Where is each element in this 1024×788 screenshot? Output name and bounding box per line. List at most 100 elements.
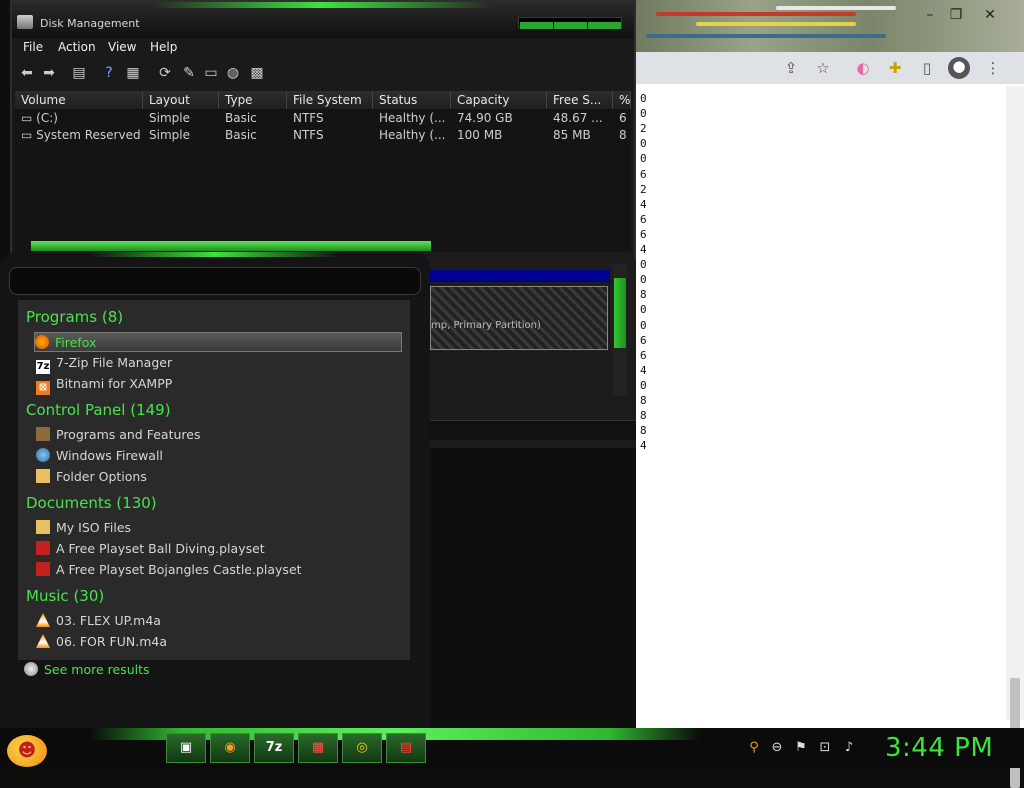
result-flex-up[interactable]: 03. FLEX UP.m4a xyxy=(36,611,161,631)
listing-digit: 0 xyxy=(640,137,647,151)
listing-digit: 2 xyxy=(640,182,647,196)
search-disk-icon[interactable]: ◍ xyxy=(224,64,242,82)
star-icon[interactable]: ☆ xyxy=(814,59,832,77)
scrollbar-thumb[interactable] xyxy=(31,241,431,251)
playset-icon xyxy=(36,562,50,576)
vlc-icon xyxy=(36,634,50,648)
menu-help[interactable]: Help xyxy=(150,40,177,54)
column-header[interactable]: Type xyxy=(219,91,287,109)
status-cell: Healthy (... xyxy=(379,111,446,125)
category-music[interactable]: Music (30) xyxy=(26,587,104,605)
back-arrow-icon[interactable]: ⬅ xyxy=(18,64,36,82)
forward-arrow-icon[interactable]: ➡ xyxy=(40,64,58,82)
result-bitnami[interactable]: ⊠ Bitnami for XAMPP xyxy=(36,374,172,395)
help-icon[interactable]: ? xyxy=(100,64,118,82)
result-playset-bojangles[interactable]: A Free Playset Bojangles Castle.playset xyxy=(36,560,302,580)
listing-digit: 0 xyxy=(640,318,647,332)
restore-button[interactable]: ❐ xyxy=(944,6,968,24)
search-input[interactable] xyxy=(9,267,421,295)
console-tree-icon[interactable]: ▤ xyxy=(70,64,88,82)
close-button[interactable]: ✕ xyxy=(978,6,1002,24)
properties-icon[interactable]: ▦ xyxy=(124,64,142,82)
result-firefox[interactable]: Firefox xyxy=(34,332,402,352)
network-icon[interactable]: ⊡ xyxy=(817,740,833,756)
menu-file[interactable]: File xyxy=(23,40,43,54)
type-cell: Basic xyxy=(225,111,257,125)
listing-row: 2022 22:15 99614720 xyxy=(636,543,652,556)
volume-icon[interactable]: ♪ xyxy=(841,740,857,756)
taskbar-disk-management[interactable]: ▣ xyxy=(166,733,206,763)
browser-page-content: 0020062466400800664088842021 11:05 60607… xyxy=(636,86,1002,720)
refresh-icon[interactable]: ⟳ xyxy=(156,64,174,82)
vlc-icon xyxy=(36,613,50,627)
listing-digit: 8 xyxy=(640,424,647,438)
sidebar-icon[interactable]: ▯ xyxy=(918,59,936,77)
flag-icon[interactable]: ⚑ xyxy=(793,740,809,756)
settings-icon[interactable]: ▩ xyxy=(248,64,266,82)
graffiti-stroke xyxy=(776,6,896,10)
column-header[interactable]: Layout xyxy=(143,91,219,109)
status-bar xyxy=(430,420,636,440)
horizontal-scrollbar[interactable] xyxy=(15,240,631,252)
graffiti-stroke xyxy=(696,22,856,26)
listing-row: 2021 20:54 501745664 xyxy=(636,679,652,692)
minimize-button[interactable]: – xyxy=(918,6,942,24)
listing-digit: 0 xyxy=(640,273,647,287)
start-orb-icon[interactable]: ☻ xyxy=(7,735,47,767)
category-programs[interactable]: Programs (8) xyxy=(26,308,123,326)
puzzle-icon[interactable]: ✚ xyxy=(886,59,904,77)
minus-circle-icon[interactable]: ⊖ xyxy=(769,740,785,756)
browser-toolbar: ⇪ ☆ ◐ ✚ ▯ ● ⋮ xyxy=(636,52,1024,84)
volume-list: Volume Layout Type File System Status Ca… xyxy=(15,91,631,241)
xampp-icon: ⊠ xyxy=(36,381,50,395)
taskbar-chrome[interactable]: ◎ xyxy=(342,733,382,763)
listing-digit: 0 xyxy=(640,92,647,105)
search-icon[interactable]: ⚲ xyxy=(746,740,762,756)
vertical-scrollbar[interactable] xyxy=(613,264,627,396)
graffiti-stroke xyxy=(646,34,886,38)
browser-scrollbar[interactable] xyxy=(1006,86,1024,788)
fs-cell: NTFS xyxy=(293,128,324,142)
folder-icon[interactable]: ▭ xyxy=(202,64,220,82)
extension-icon[interactable]: ◐ xyxy=(854,59,872,77)
listing-row: 2022 04:42 115206144 xyxy=(636,694,652,707)
column-header[interactable]: Volume xyxy=(15,91,143,109)
rescan-icon[interactable]: ✎ xyxy=(180,64,198,82)
column-header[interactable]: Status xyxy=(373,91,451,109)
volume-cell[interactable]: ▭ System Reserved xyxy=(15,127,143,144)
category-control-panel[interactable]: Control Panel (149) xyxy=(26,401,171,419)
menu-icon[interactable]: ⋮ xyxy=(984,59,1002,77)
listing-row: 2021 05:00 2773483520 xyxy=(636,558,652,571)
caption-buttons[interactable] xyxy=(518,17,622,29)
scrollbar-thumb[interactable] xyxy=(614,278,626,348)
taskbar-firefox[interactable]: ◉ xyxy=(210,733,250,763)
listing-digit: 0 xyxy=(640,378,647,392)
column-header[interactable]: Capacity xyxy=(451,91,547,109)
taskbar-7zip[interactable]: 7z xyxy=(254,733,294,763)
column-header[interactable]: Free S... xyxy=(547,91,613,109)
clock[interactable]: 3:44 PM xyxy=(885,733,993,763)
result-my-iso-files[interactable]: My ISO Files xyxy=(36,518,131,538)
category-documents[interactable]: Documents (130) xyxy=(26,494,157,512)
profile-icon[interactable]: ● xyxy=(948,57,970,79)
result-7zip[interactable]: 7z 7-Zip File Manager xyxy=(36,353,172,374)
result-folder-options[interactable]: Folder Options xyxy=(36,467,147,487)
share-icon[interactable]: ⇪ xyxy=(782,59,800,77)
see-more-results-link[interactable]: See more results xyxy=(24,662,150,677)
taskbar-paint[interactable]: ▦ xyxy=(298,733,338,763)
menu-action[interactable]: Action xyxy=(58,40,96,54)
listing-row: 2003 03:47 1474560 xyxy=(636,603,652,616)
result-windows-firewall[interactable]: Windows Firewall xyxy=(36,446,163,466)
taskbar-toolbox[interactable]: ▤ xyxy=(386,733,426,763)
window-title-bar: Disk Management xyxy=(12,2,634,38)
column-header[interactable]: % xyxy=(613,91,631,109)
result-programs-features[interactable]: Programs and Features xyxy=(36,425,200,445)
result-for-fun[interactable]: 06. FOR FUN.m4a xyxy=(36,632,167,652)
browser-window: – ❐ ✕ ⇪ ☆ ◐ ✚ ▯ ● ⋮ 00200624664008006640… xyxy=(636,0,1024,788)
partition-block[interactable]: mp, Primary Partition) xyxy=(430,286,608,350)
menu-view[interactable]: View xyxy=(108,40,136,54)
result-playset-ball-diving[interactable]: A Free Playset Ball Diving.playset xyxy=(36,539,265,559)
listing-digit: 0 xyxy=(640,303,647,317)
column-header[interactable]: File System xyxy=(287,91,373,109)
volume-cell[interactable]: ▭ (C:) xyxy=(15,110,143,127)
